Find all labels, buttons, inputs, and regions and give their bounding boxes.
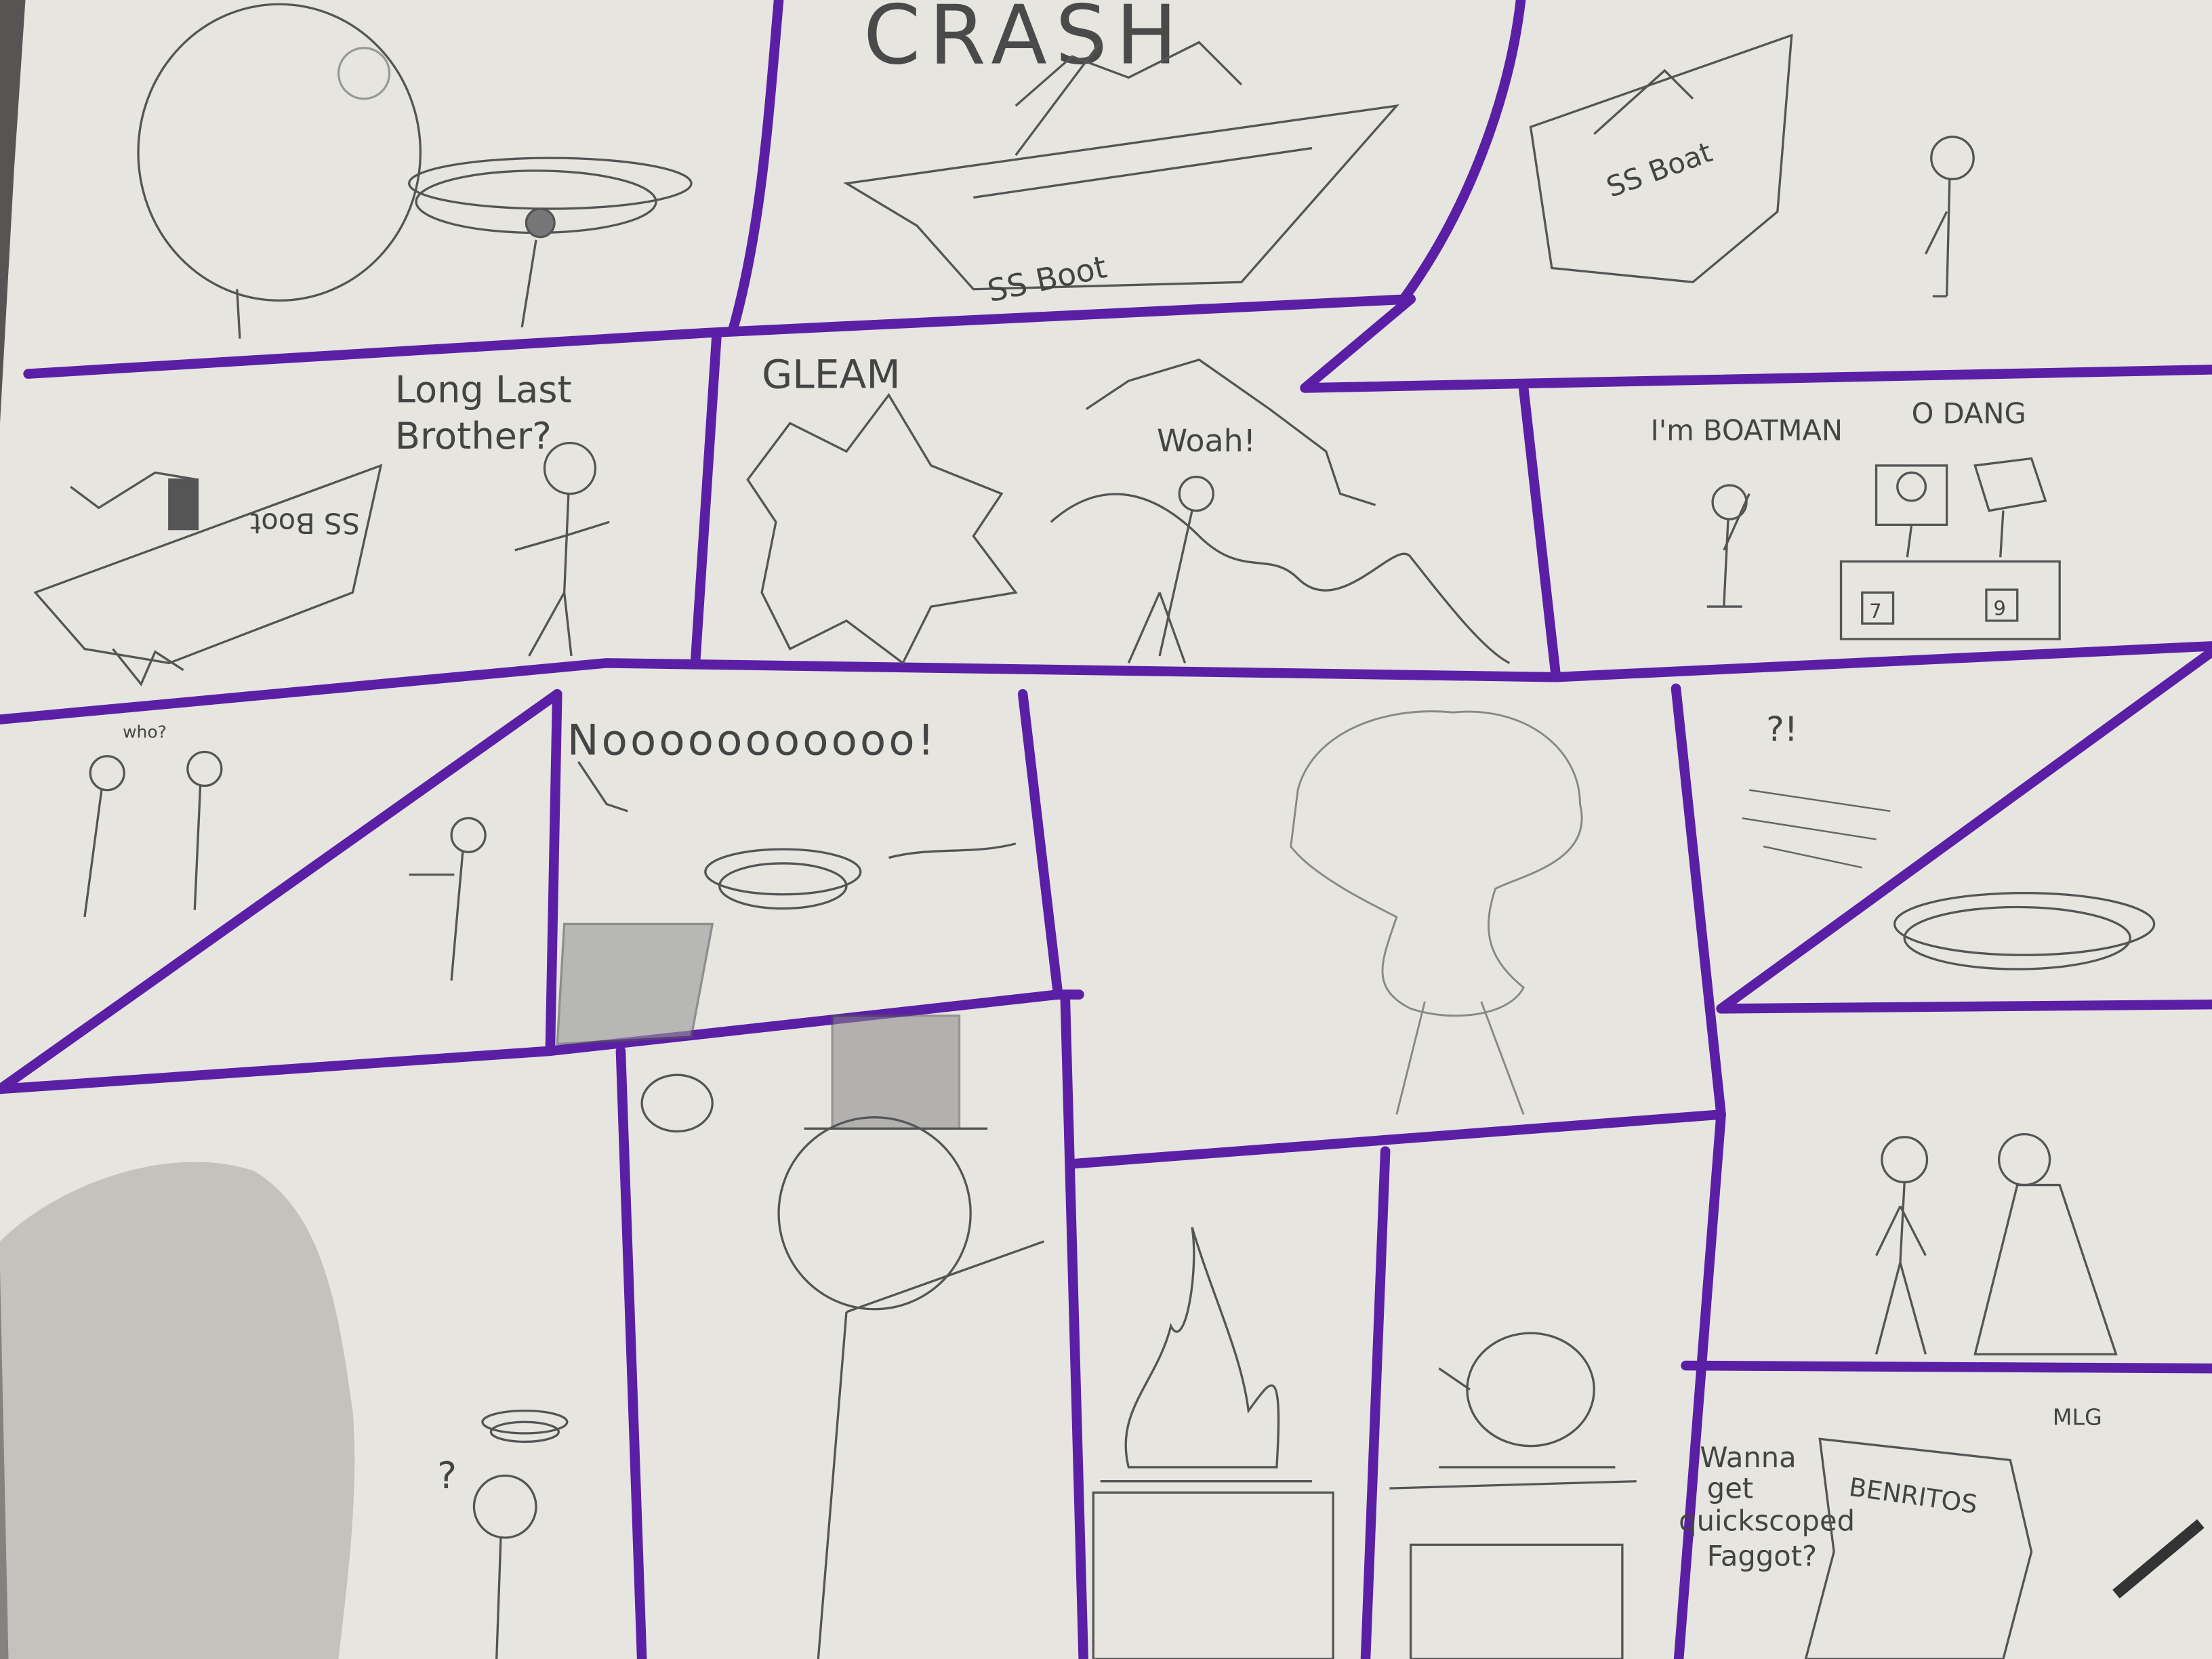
wanna-text: Wanna [1700, 1441, 1796, 1474]
o-dang-text: O DANG [1912, 396, 2026, 430]
nooo-text: Nooooooooooo! [567, 716, 937, 765]
comic-photo: CRASH SS Boot SS Boat SS Boot Long Last … [0, 0, 2212, 1659]
box-7-text: 7 [1869, 600, 1882, 623]
box-9-text: 9 [1993, 597, 2006, 620]
get-text: get [1707, 1472, 1753, 1505]
who-text: who? [123, 722, 167, 742]
scribble-shadow [0, 1162, 355, 1659]
woah-text: Woah! [1157, 422, 1256, 459]
mlg-text: MLG [2053, 1404, 2102, 1430]
crash-text: CRASH [863, 0, 1186, 83]
question-text: ? [437, 1454, 457, 1497]
faggot-text: Faggot? [1707, 1540, 1817, 1573]
gleam-text: GLEAM [762, 351, 901, 397]
ss-boot-label-3: SS Boot [250, 507, 360, 540]
huh-text: ?! [1766, 710, 1798, 749]
long-last-text: Long Last [395, 368, 572, 411]
brother-text: Brother? [395, 415, 552, 457]
im-boatman-text: I'm BOATMAN [1651, 413, 1843, 447]
